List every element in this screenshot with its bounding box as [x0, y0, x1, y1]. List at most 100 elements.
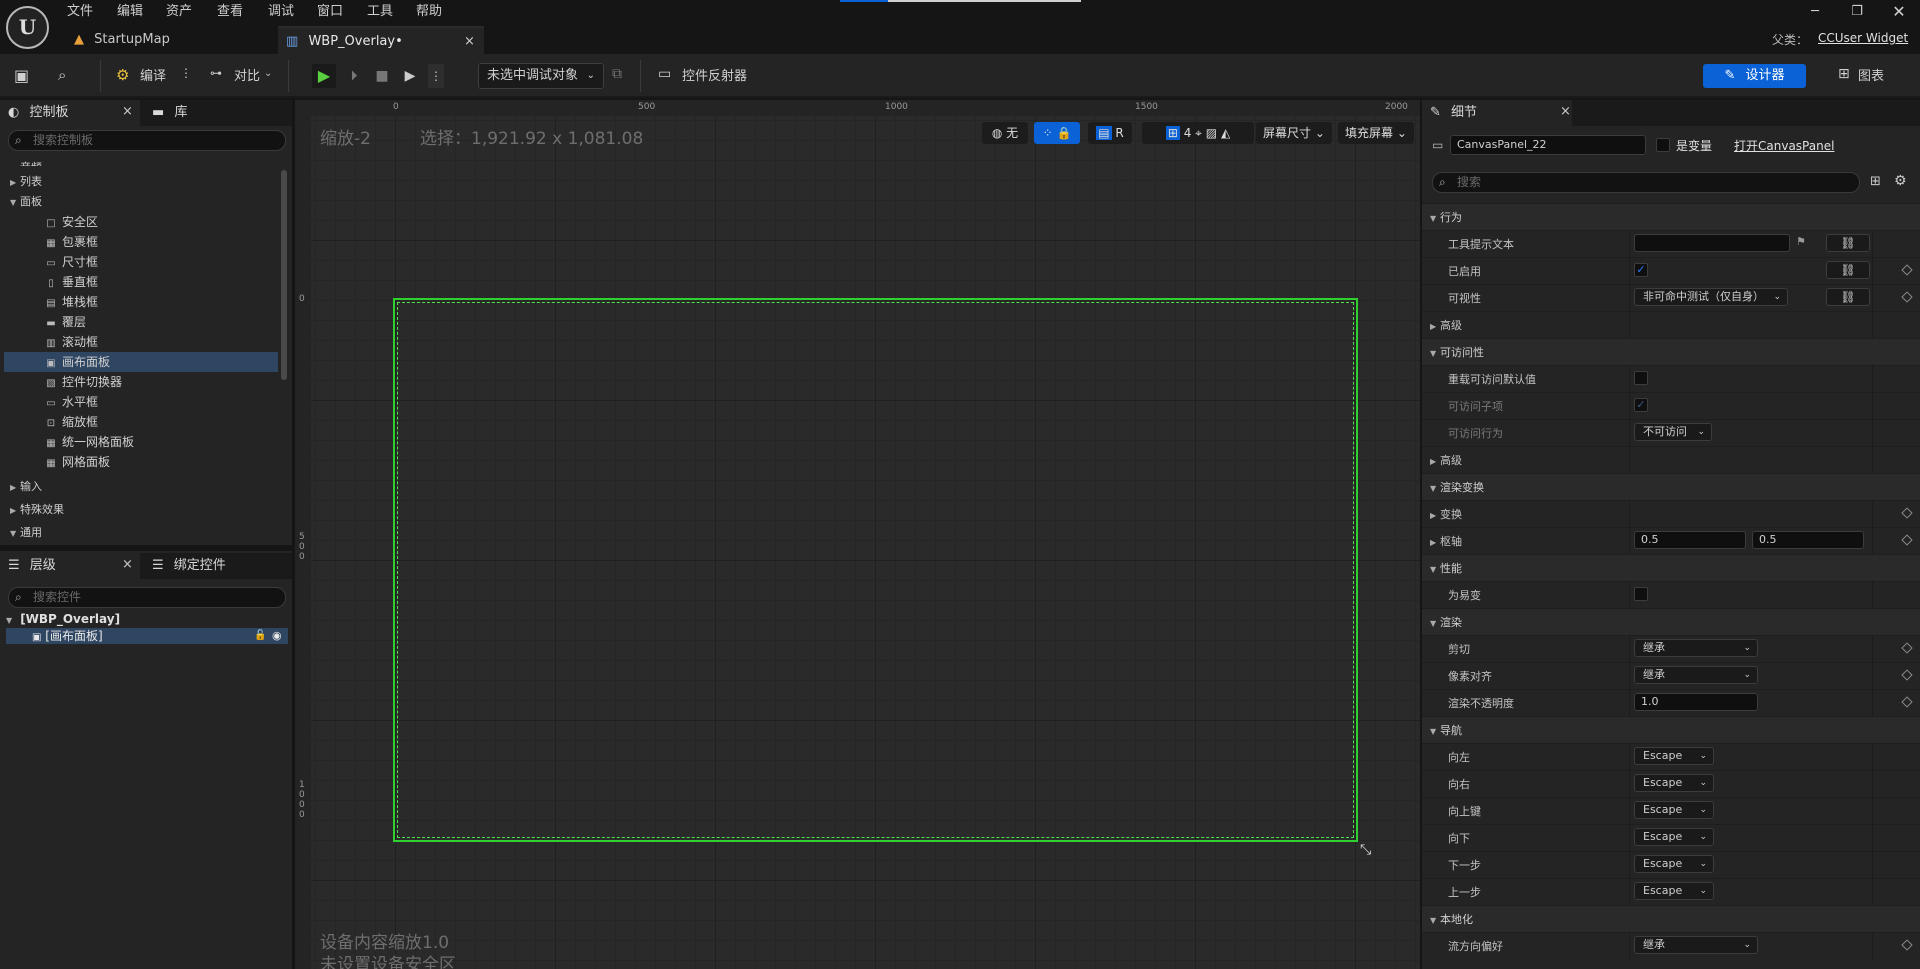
close-icon[interactable]: × [464, 28, 475, 56]
compile-icon[interactable]: ⚙ [116, 66, 129, 84]
designer-button[interactable]: ✎ 设计器 [1703, 64, 1806, 88]
resize-handle-icon[interactable]: ⤡ [1360, 842, 1371, 858]
palette-category[interactable]: ▶ 特殊效果 [4, 500, 278, 520]
details-category[interactable]: ▼ 可访问性 [1422, 338, 1920, 365]
binding-link-icon[interactable]: ⛓ [1826, 234, 1870, 252]
open-canvaspanel-link[interactable]: 打开CanvasPanel [1734, 137, 1834, 154]
palette-item[interactable]: ▭ 水平框 [4, 392, 278, 412]
property-dropdown[interactable]: Escape ⌄ [1634, 801, 1714, 819]
details-search-input[interactable]: ⌕ 搜索 [1432, 172, 1860, 193]
palette-search-input[interactable]: ⌕ 搜索控制板 [8, 130, 286, 151]
palette-item[interactable]: ▭ 尺寸框 [4, 252, 278, 272]
eye-icon[interactable]: ◉ [272, 628, 282, 644]
property-dropdown[interactable]: 继承 ⌄ [1634, 666, 1758, 684]
menu-item[interactable]: 窗口 [317, 3, 343, 21]
restore-icon[interactable]: ❐ [1842, 2, 1872, 22]
details-subsection[interactable]: ▶ 高级 [1422, 311, 1920, 338]
property-input[interactable] [1634, 234, 1790, 252]
property-checkbox[interactable] [1634, 371, 1648, 385]
property-dropdown[interactable]: Escape ⌄ [1634, 882, 1714, 900]
palette-item[interactable]: ▦ 统一网格面板 [4, 432, 278, 452]
step-icon[interactable]: ⏵ [342, 64, 366, 88]
palette-scrollbar[interactable] [281, 170, 287, 380]
property-checkbox[interactable] [1634, 587, 1648, 601]
menu-item[interactable]: 编辑 [117, 3, 143, 21]
details-subsection[interactable]: ▶ 高级 [1422, 446, 1920, 473]
compare-button[interactable]: 对比 [234, 68, 260, 86]
property-dropdown[interactable]: 继承 ⌄ [1634, 936, 1758, 954]
menu-item[interactable]: 帮助 [416, 3, 442, 21]
play-options-icon[interactable]: ⋮ [428, 64, 444, 88]
locale-button[interactable]: ◍ 无 [982, 122, 1028, 144]
binding-link-icon[interactable]: ⛓ [1826, 261, 1870, 279]
tab-details[interactable]: ✎ 细节 [1422, 100, 1572, 126]
table-view-icon[interactable]: ⊞ [1870, 174, 1881, 189]
menu-item[interactable]: 资产 [166, 3, 192, 21]
tab-palette[interactable]: ◐ 控制板 [0, 100, 140, 126]
palette-item[interactable]: ▧ 控件切换器 [4, 372, 278, 392]
widget-reflector-button[interactable]: 控件反射器 [682, 68, 747, 86]
palette-item[interactable]: ⊡ 缩放框 [4, 412, 278, 432]
tab-wbp-overlay[interactable]: ▥ WBP_Overlay• × [278, 26, 484, 54]
tab-library[interactable]: ▬ 库 [144, 100, 244, 126]
graph-icon[interactable]: ⊞ [1838, 66, 1850, 82]
palette-item[interactable]: ▥ 滚动框 [4, 332, 278, 352]
menu-item[interactable]: 查看 [217, 3, 243, 21]
stop-icon[interactable]: ■ [370, 64, 394, 88]
tab-hierarchy[interactable]: ☰ 层级 [0, 553, 140, 579]
property-dropdown[interactable]: Escape ⌄ [1634, 774, 1714, 792]
screen-size-dropdown[interactable]: 屏幕尺寸 ⌄ [1256, 122, 1332, 144]
property-dropdown[interactable]: 非可命中测试（仅自身） ⌄ [1634, 288, 1788, 306]
details-category[interactable]: ▼ 行为 [1422, 203, 1920, 230]
palette-item[interactable]: ▤ 堆栈框 [4, 292, 278, 312]
settings-icon[interactable]: ⚙ [1894, 173, 1907, 189]
palette-item[interactable]: ▣ 画布面板 [4, 352, 278, 372]
unreal-logo-icon[interactable]: U [6, 6, 49, 49]
palette-category[interactable]: ▶ 输入 [4, 477, 278, 497]
debug-filter-icon[interactable]: ⧉ [612, 66, 622, 82]
property-dropdown[interactable]: Escape ⌄ [1634, 855, 1714, 873]
palette-category[interactable]: ▶音频 [4, 158, 278, 166]
play-icon[interactable]: ▶ [312, 64, 336, 88]
chevron-down-icon[interactable]: ⌄ [264, 68, 272, 79]
widget-name-input[interactable]: CanvasPanel_22 [1450, 135, 1646, 155]
palette-item[interactable]: □ 安全区 [4, 212, 278, 232]
details-category[interactable]: ▼ 渲染 [1422, 608, 1920, 635]
close-icon[interactable]: × [122, 557, 133, 572]
fill-screen-dropdown[interactable]: 填充屏幕 ⌄ [1338, 122, 1414, 144]
compile-button[interactable]: 编译 [140, 68, 166, 86]
palette-item[interactable]: ▯ 垂直框 [4, 272, 278, 292]
close-icon[interactable]: × [122, 104, 133, 119]
palette-category[interactable]: ▼ 面板 [4, 192, 278, 212]
property-dropdown[interactable]: Escape ⌄ [1634, 747, 1714, 765]
widget-reflector-icon[interactable]: ▭ [658, 66, 671, 82]
property-dropdown[interactable]: 继承 ⌄ [1634, 639, 1758, 657]
hierarchy-search-input[interactable]: ⌕ 搜索控件 [8, 587, 286, 608]
tab-bind-widgets[interactable]: ☰ 绑定控件 [144, 553, 264, 579]
simulate-icon[interactable]: ▶ [398, 64, 422, 88]
binding-link-icon[interactable]: ⛓ [1826, 288, 1870, 306]
browse-icon[interactable]: ⌕ [58, 66, 80, 86]
menu-item[interactable]: 调试 [268, 3, 294, 21]
minimize-icon[interactable]: ─ [1800, 2, 1830, 22]
palette-item[interactable]: ▦ 包裹框 [4, 232, 278, 252]
outline-toggle[interactable]: ▤ R [1088, 122, 1132, 144]
tree-item-canvas-panel[interactable]: ▣ [画布面板] 🔓 ◉ [6, 628, 288, 644]
palette-item[interactable]: ▬ 覆层 [4, 312, 278, 332]
pivot-input[interactable]: 0.5 [1752, 531, 1864, 549]
pivot-input[interactable]: 0.5 [1634, 531, 1746, 549]
details-subsection[interactable]: ▶ 变换 [1422, 500, 1920, 527]
canvas-panel-selection[interactable] [393, 298, 1358, 842]
save-icon[interactable]: ▣ [14, 66, 34, 86]
palette-category[interactable]: ▶ 列表 [4, 172, 278, 192]
palette-item[interactable]: ▦ 网格面板 [4, 452, 278, 472]
menu-item[interactable]: 工具 [367, 3, 393, 21]
property-dropdown[interactable]: Escape ⌄ [1634, 828, 1714, 846]
is-variable-checkbox[interactable] [1656, 138, 1670, 152]
tree-root[interactable]: ▼ [WBP_Overlay] [6, 611, 288, 628]
graph-button[interactable]: 图表 [1858, 68, 1884, 86]
respect-locks-toggle[interactable]: ⁘ 🔒 [1034, 122, 1080, 144]
property-input[interactable]: 1.0 [1634, 693, 1758, 711]
tab-startupmap[interactable]: ▲ StartupMap [66, 26, 274, 54]
diff-icon[interactable]: ⊶ [210, 66, 222, 80]
